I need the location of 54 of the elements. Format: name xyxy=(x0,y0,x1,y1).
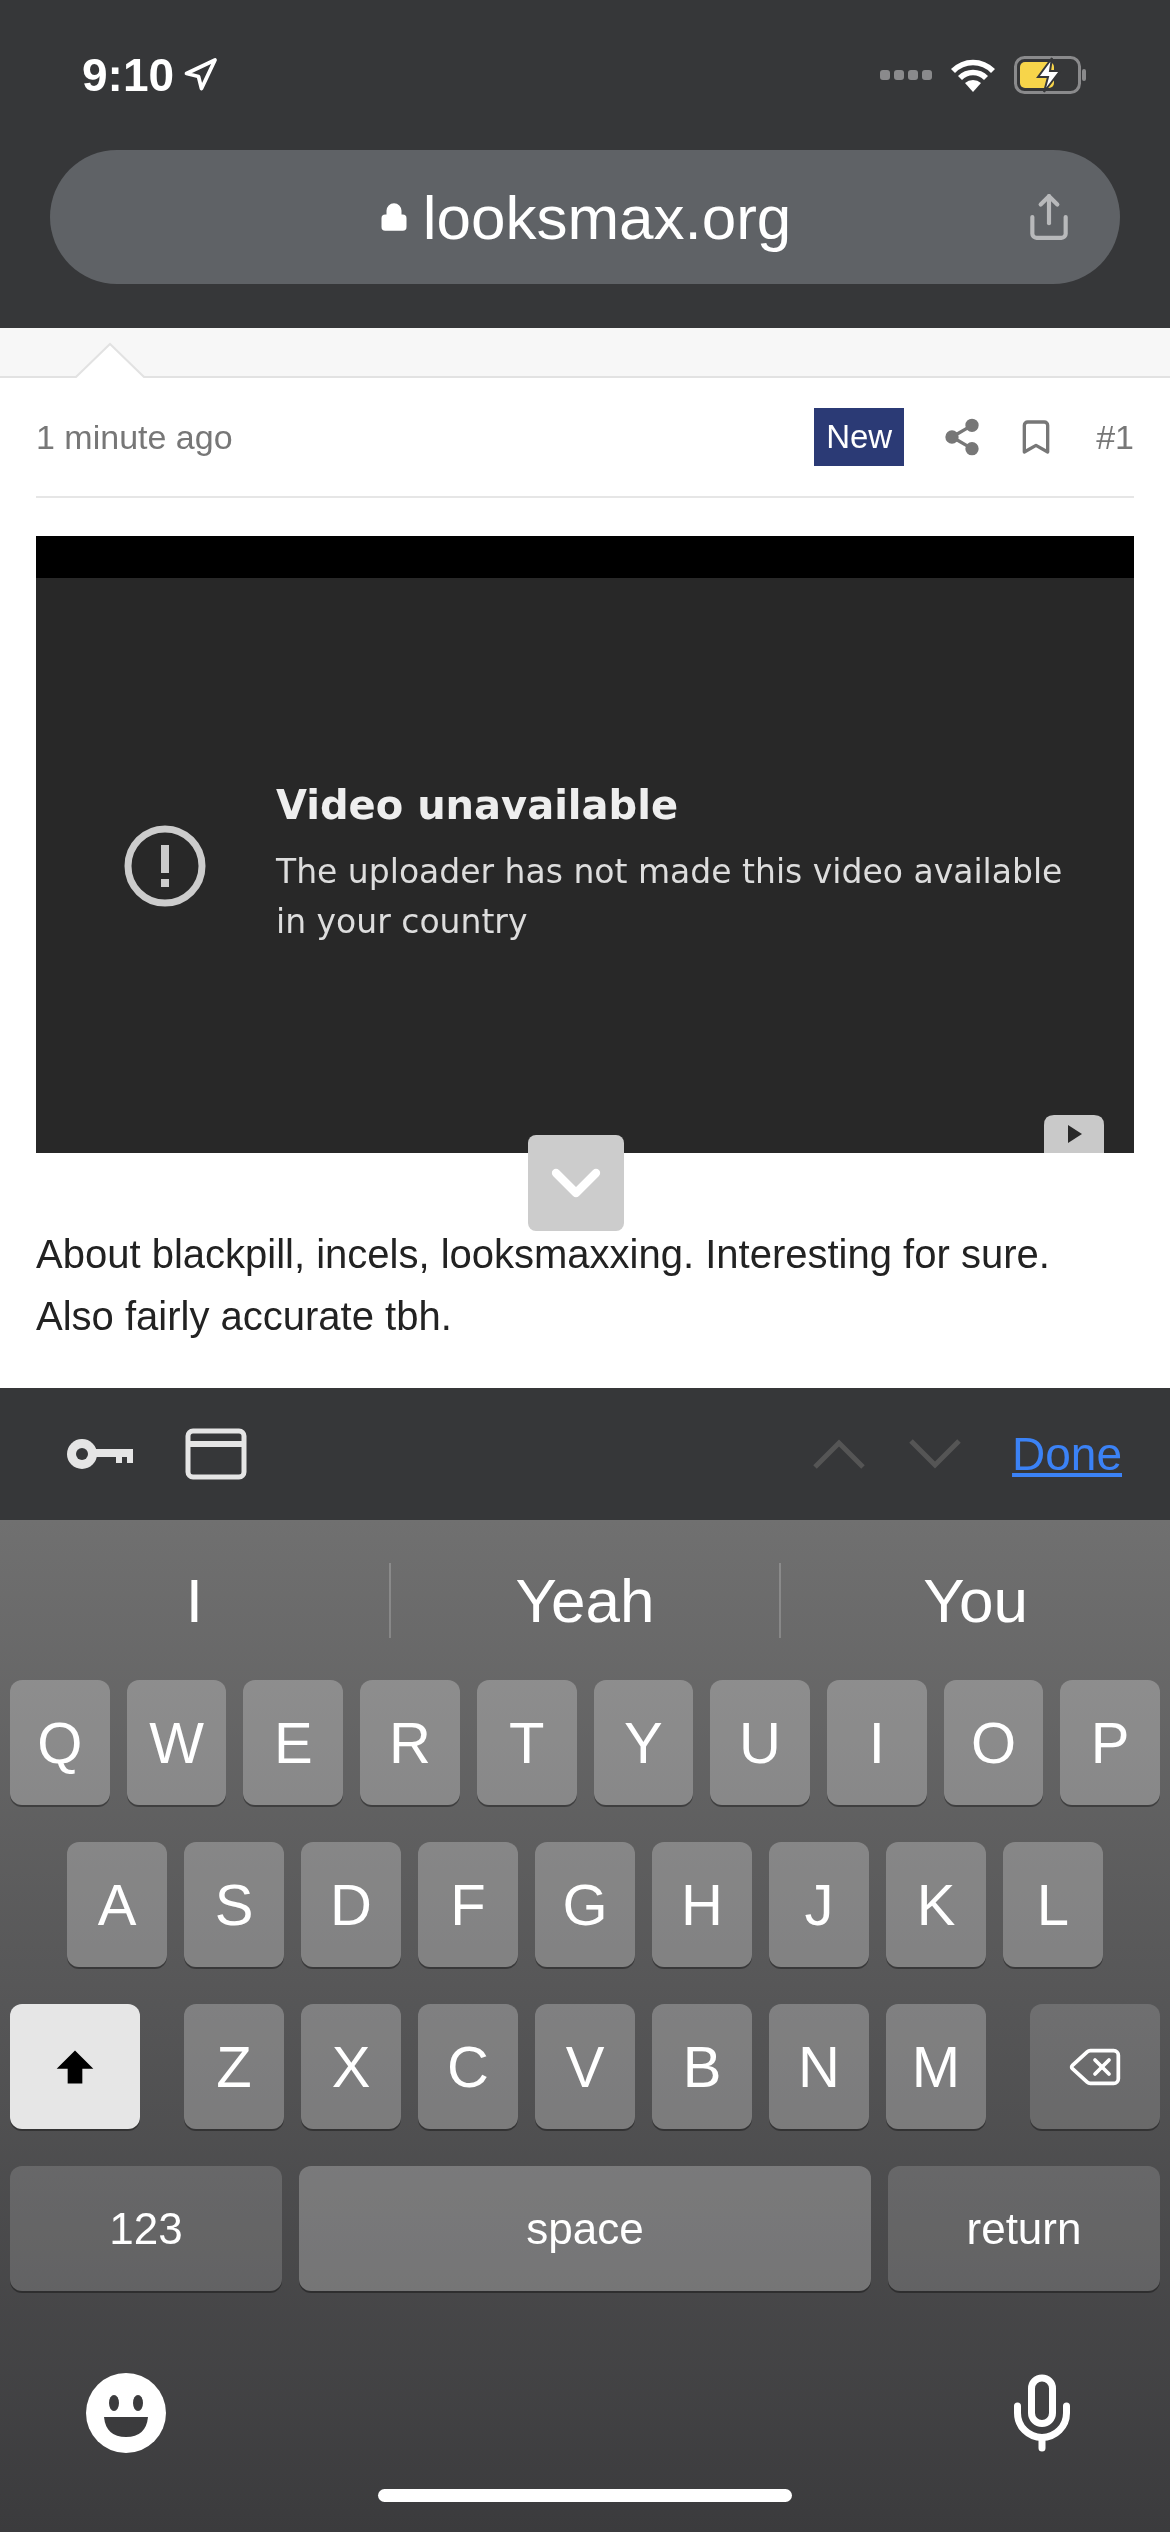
letter-key[interactable]: I xyxy=(826,1680,927,1805)
address-bar[interactable]: looksmax.org xyxy=(50,150,1120,284)
letter-key[interactable]: L xyxy=(1003,1842,1103,1967)
space-key[interactable]: space xyxy=(299,2166,871,2291)
letter-key[interactable]: B xyxy=(652,2004,752,2129)
key-icon[interactable] xyxy=(65,1436,133,1472)
done-link[interactable]: Done xyxy=(1012,1419,1122,1489)
return-key[interactable]: return xyxy=(888,2166,1160,2291)
letter-key[interactable]: R xyxy=(360,1680,460,1805)
letter-key[interactable]: P xyxy=(1060,1680,1160,1805)
letter-key[interactable]: C xyxy=(418,2004,518,2129)
post-time[interactable]: 1 minute ago xyxy=(36,411,815,463)
letter-key[interactable]: J xyxy=(769,1842,869,1967)
video-title: Video unavailable xyxy=(276,780,680,830)
battery-icon xyxy=(1014,56,1088,94)
video-message: The uploader has not made this video available in your country xyxy=(276,850,1064,943)
location-icon xyxy=(182,57,219,93)
letter-key[interactable]: N xyxy=(769,2004,869,2129)
wifi-icon xyxy=(950,58,996,92)
letter-key[interactable]: K xyxy=(886,1842,986,1967)
delete-key[interactable] xyxy=(1030,2004,1160,2129)
letter-key[interactable]: V xyxy=(535,2004,635,2129)
letter-key[interactable]: Q xyxy=(10,1680,110,1805)
card-icon[interactable] xyxy=(185,1428,247,1480)
post-number[interactable]: #1 xyxy=(1096,411,1134,463)
letter-key[interactable]: X xyxy=(301,2004,401,2129)
letter-key[interactable]: D xyxy=(301,1842,401,1967)
letter-key[interactable]: M xyxy=(886,2004,986,2129)
suggestion[interactable]: I xyxy=(0,1553,389,1647)
letter-key[interactable]: W xyxy=(126,1680,227,1805)
shift-key[interactable] xyxy=(10,2004,140,2129)
letter-key[interactable]: Z xyxy=(184,2004,284,2129)
letter-key[interactable]: H xyxy=(652,1842,752,1967)
letter-key[interactable]: T xyxy=(476,1680,577,1805)
warning-icon xyxy=(124,824,206,907)
emoji-icon[interactable] xyxy=(86,2373,166,2453)
new-label: New xyxy=(814,408,905,466)
letter-key[interactable]: A xyxy=(67,1842,167,1967)
numbers-key[interactable]: 123 xyxy=(10,2166,282,2291)
letter-key[interactable]: F xyxy=(418,1842,518,1967)
clock: 9:10 xyxy=(82,47,175,103)
url-text: looksmax.org xyxy=(422,181,792,254)
video-player[interactable]: Video unavailable The uploader has not made this video available in your country xyxy=(36,536,1134,1153)
letter-key[interactable]: O xyxy=(943,1680,1044,1805)
suggestion[interactable]: You xyxy=(781,1553,1170,1647)
post-text: About blackpill, incels, looksmaxxing. Interesting for sure. Also fairly accurate tbh. xyxy=(36,1231,1051,1340)
letter-key[interactable]: E xyxy=(243,1680,344,1805)
letter-key[interactable]: U xyxy=(710,1680,810,1805)
suggestion[interactable]: Yeah xyxy=(390,1553,780,1647)
letter-key[interactable]: Y xyxy=(593,1680,694,1805)
letter-key[interactable]: G xyxy=(535,1842,635,1967)
signal-icon xyxy=(880,70,932,80)
youtube-play-icon[interactable] xyxy=(1044,1115,1104,1153)
letter-key[interactable]: S xyxy=(184,1842,284,1967)
